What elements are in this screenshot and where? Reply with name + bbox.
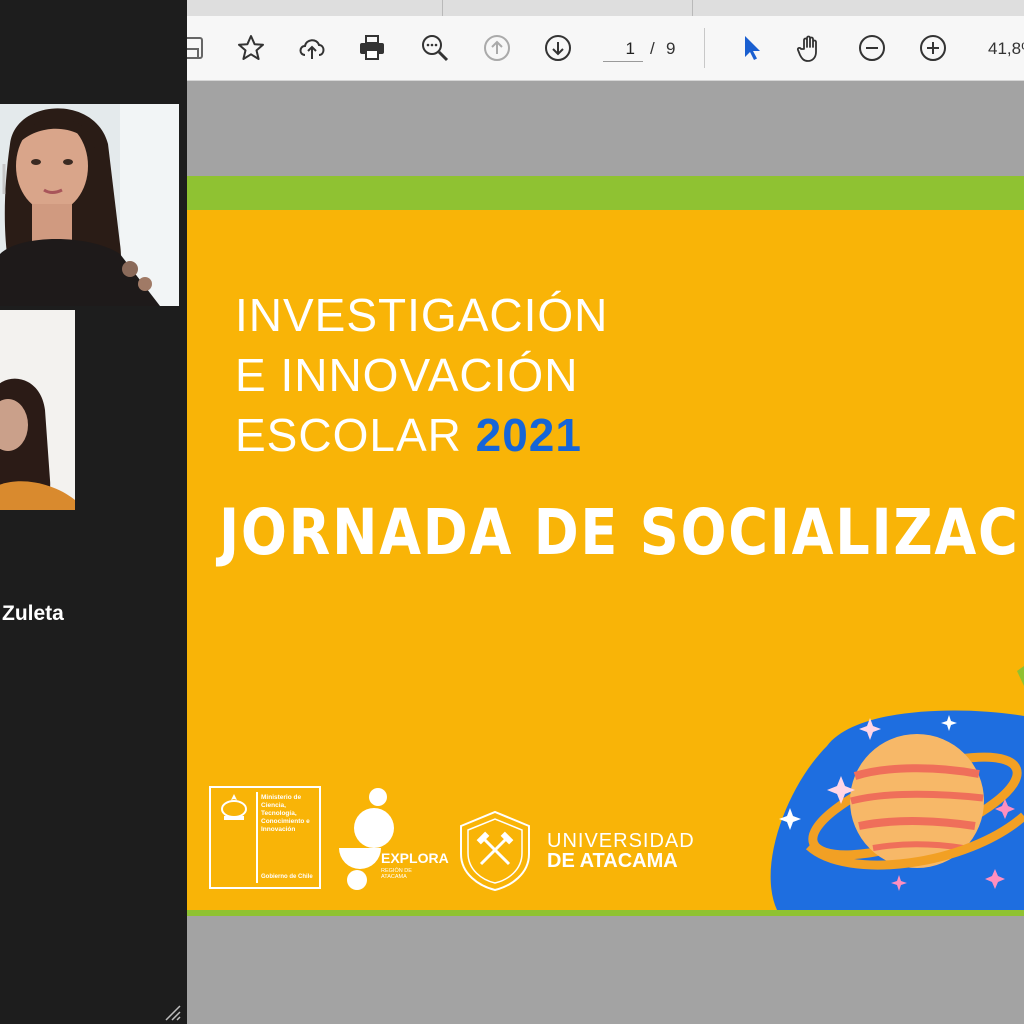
previous-page-button[interactable]: [480, 31, 514, 65]
page-number-input[interactable]: [603, 36, 643, 62]
participants-panel: Zuleta: [0, 0, 187, 1024]
zoom-out-button[interactable]: [855, 31, 889, 65]
page-total: 9: [666, 39, 676, 58]
chile-coat-of-arms-icon: [221, 794, 247, 820]
save-button[interactable]: [187, 31, 209, 65]
video-tile-participant-1[interactable]: [0, 104, 179, 306]
slide-bottom-band: [187, 910, 1024, 916]
hand-tool-button[interactable]: [793, 31, 827, 65]
explora-label: EXPLORA: [381, 850, 449, 866]
pdf-viewer: / 9 41,8% INVESTIGACIÓN E INNOVACIÓN ESC…: [187, 0, 1024, 1024]
arrow-down-circle-icon: [545, 35, 571, 61]
tab-divider: [692, 0, 693, 16]
cloud-upload-icon: [299, 39, 325, 59]
slide-title-line-1: INVESTIGACIÓN: [235, 289, 609, 341]
ministerio-text: Ministerio de Ciencia, Tecnología, Conoc…: [261, 794, 310, 833]
find-button[interactable]: [418, 31, 452, 65]
save-icon: [187, 37, 203, 59]
plus-circle-icon: [920, 35, 946, 61]
print-icon: [360, 35, 384, 60]
resize-grip-icon[interactable]: [162, 1002, 182, 1022]
hand-icon: [796, 35, 817, 62]
slide-title-year: 2021: [475, 409, 582, 461]
video-tile-participant-2[interactable]: [0, 310, 75, 510]
gobierno-text: Gobierno de Chile: [261, 874, 313, 880]
explora-logo: EXPLORA REGIÓN DE ATACAMA: [337, 786, 452, 891]
slide-title-line-3: ESCOLAR 2021: [235, 408, 582, 462]
pdf-toolbar: / 9 41,8%: [187, 16, 1024, 81]
participant-name-label: Zuleta: [2, 602, 64, 625]
zoom-in-button[interactable]: [916, 31, 950, 65]
ministerio-logo: Ministerio de Ciencia, Tecnología, Conoc…: [209, 786, 321, 889]
browser-tab-strip: [187, 0, 1024, 16]
bookmark-button[interactable]: [234, 31, 268, 65]
star-icon: [238, 35, 264, 60]
participant-2-video: [0, 310, 75, 510]
slide-title-escolar: ESCOLAR: [235, 409, 462, 461]
next-page-button[interactable]: [541, 31, 575, 65]
upload-button[interactable]: [295, 31, 329, 65]
page-separator: /: [650, 39, 655, 58]
participant-1-video: [0, 104, 179, 306]
slide-subtitle: JORNADA DE SOCIALIZACIÓN: [219, 496, 1024, 569]
universidad-label-line-2: DE ATACAMA: [547, 850, 678, 872]
toolbar-divider: [704, 28, 705, 68]
zoom-level[interactable]: 41,8%: [988, 39, 1024, 59]
minus-circle-icon: [859, 35, 885, 61]
tab-divider: [442, 0, 443, 16]
slide-title-line-2: E INNOVACIÓN: [235, 349, 579, 401]
slide-top-band: [187, 176, 1024, 210]
print-button[interactable]: [355, 31, 389, 65]
search-more-icon: [422, 35, 449, 62]
logo-divider: [256, 792, 258, 883]
arrow-up-circle-icon: [484, 35, 510, 61]
pdf-page-slide: INVESTIGACIÓN E INNOVACIÓN ESCOLAR 2021 …: [187, 176, 1024, 916]
explora-region-label: REGIÓN DE ATACAMA: [381, 868, 412, 880]
universidad-shield-icon: [460, 810, 530, 892]
cursor-arrow-icon: [745, 36, 760, 60]
select-tool-button[interactable]: [734, 31, 768, 65]
planet-illustration: [770, 666, 1024, 910]
